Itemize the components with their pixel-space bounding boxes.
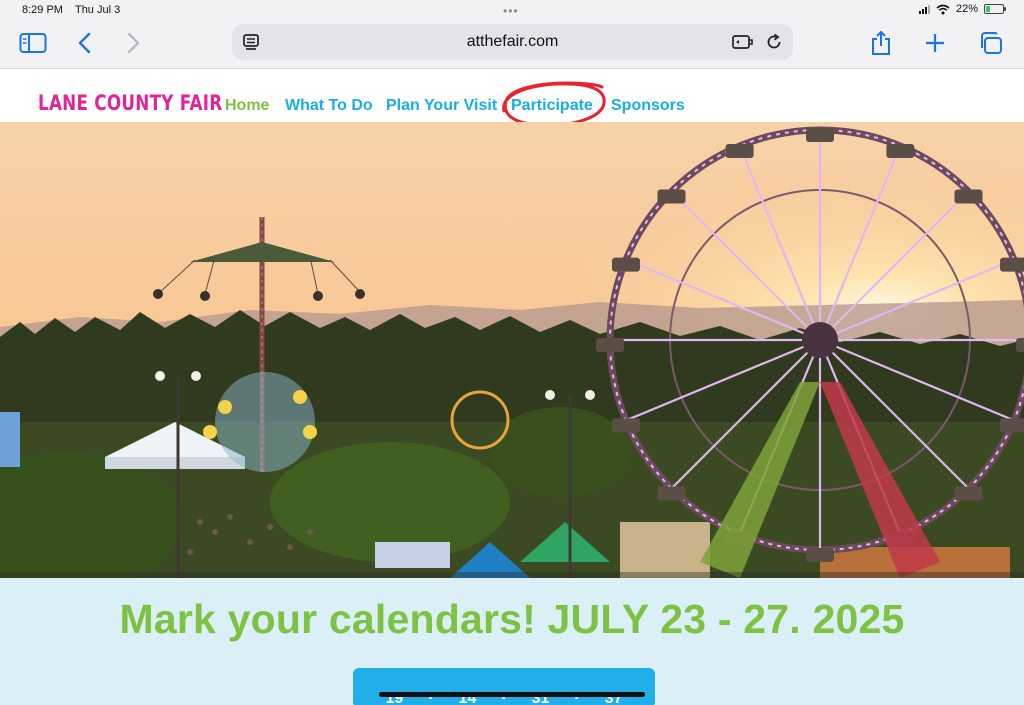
ferris-wheel-gondola (806, 548, 834, 562)
status-time: 8:29 PM (22, 4, 63, 16)
battery-level (986, 6, 990, 12)
home-indicator[interactable] (379, 692, 645, 697)
share-icon[interactable] (866, 28, 896, 58)
address-bar[interactable]: atthefair.com (232, 24, 793, 60)
ferris-wheel-gondola (611, 418, 640, 433)
nav-participate[interactable]: Participate (511, 97, 593, 115)
ferris-wheel-gondola (1000, 418, 1024, 433)
battery-percent: 22% (955, 3, 978, 15)
new-tab-icon[interactable] (920, 28, 950, 58)
ferris-wheel-gondola (657, 189, 686, 204)
ferris-wheel-gondola (657, 486, 686, 501)
dates-banner: Mark your calendars! JULY 23 - 27. 2025 … (0, 578, 1024, 705)
ferris-wheel-gondola (954, 189, 983, 204)
ferris-wheel-gondola (596, 338, 624, 352)
screen: 8:29 PM Thu Jul 3 ••• 22% atthefair.com … (0, 0, 1024, 705)
url-text[interactable]: atthefair.com (232, 33, 793, 51)
fair-dates-heading: Mark your calendars! JULY 23 - 27. 2025 (119, 596, 905, 642)
browser-toolbar: atthefair.com (0, 20, 1024, 69)
ferris-wheel-gondola (1016, 338, 1024, 352)
tabs-icon[interactable] (976, 28, 1006, 58)
status-date: Thu Jul 3 (74, 4, 121, 16)
ferris-wheel-gondola (886, 143, 915, 158)
multitasking-dots-icon[interactable]: ••• (503, 4, 519, 18)
battery-icon (984, 4, 1006, 14)
reload-icon[interactable] (763, 32, 785, 52)
site-logo[interactable]: LANE COUNTY FAIR (38, 91, 222, 115)
nav-home[interactable]: Home (225, 97, 269, 115)
sidebar-icon[interactable] (18, 28, 48, 58)
back-icon[interactable] (70, 28, 100, 58)
ferris-wheel-gondola (806, 128, 834, 142)
extension-icon[interactable] (731, 32, 753, 52)
nav-what-to-do[interactable]: What To Do (285, 97, 373, 115)
cellular-signal-icon (918, 4, 930, 14)
wifi-icon (936, 4, 950, 14)
ferris-wheel-gondola (954, 486, 983, 501)
ferris-wheel-gondola (725, 143, 754, 158)
forward-icon[interactable] (118, 28, 148, 58)
status-bar: 8:29 PM Thu Jul 3 ••• 22% (0, 0, 1024, 20)
ferris-wheel-gondola (1000, 257, 1024, 272)
ferris-wheel-gondola (611, 257, 640, 272)
hero-image (0, 122, 1024, 578)
nav-plan-your-visit[interactable]: Plan Your Visit (386, 97, 497, 115)
nav-sponsors[interactable]: Sponsors (611, 97, 685, 115)
site-header: LANE COUNTY FAIR Home What To Do Plan Yo… (0, 70, 1024, 122)
countdown-box: 19 · 14 · 31 · 37 (353, 668, 655, 705)
